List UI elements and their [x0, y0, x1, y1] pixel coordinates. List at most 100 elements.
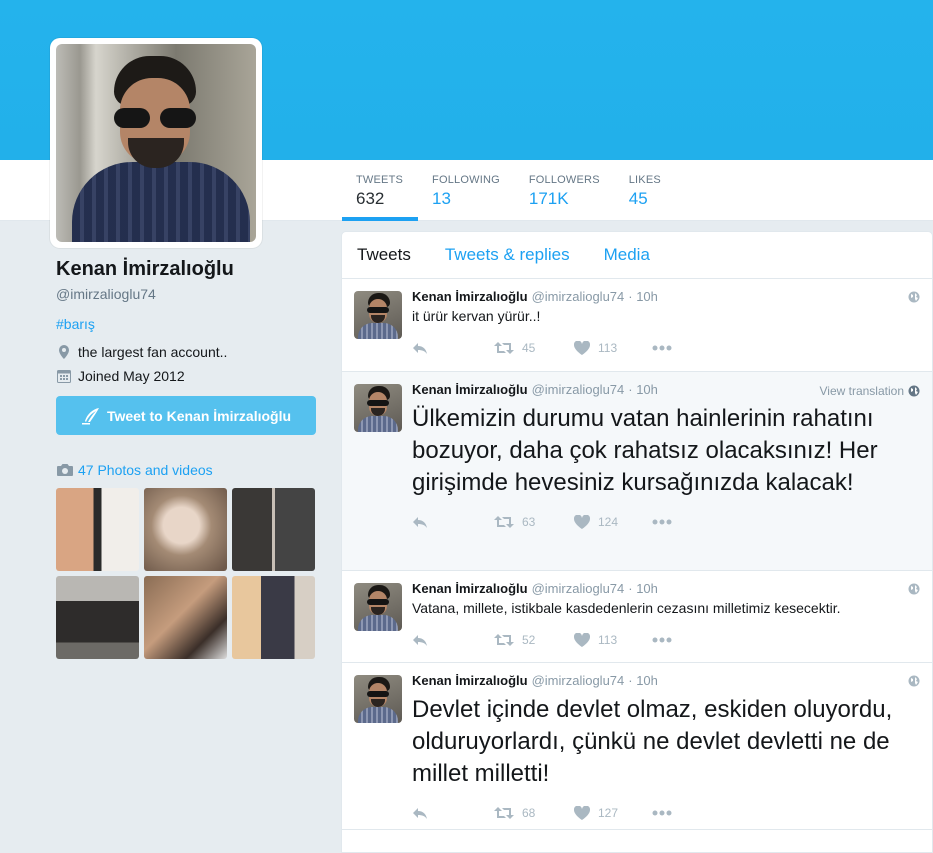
reply-icon [413, 343, 427, 355]
photo-thumbnail[interactable] [144, 576, 227, 659]
stat-tweets[interactable]: TWEETS 632 [342, 160, 419, 221]
photo-thumbnail[interactable] [232, 488, 315, 571]
more-button[interactable] [652, 519, 680, 525]
photos-videos-link[interactable]: 47 Photos and videos [56, 462, 213, 478]
tab-tweets[interactable]: Tweets [357, 245, 411, 265]
tweet-time[interactable]: · 10h [628, 581, 658, 596]
photo-thumbnail[interactable] [144, 488, 227, 571]
globe-icon [908, 583, 920, 595]
retweet-count: 68 [522, 806, 536, 820]
photo-grid [56, 488, 316, 659]
retweet-icon [494, 342, 514, 355]
tweet-text: it ürür kervan yürür..! [412, 308, 541, 324]
retweet-count: 52 [522, 633, 536, 648]
stat-likes[interactable]: LIKES 45 [615, 160, 676, 220]
photo-thumbnail[interactable] [232, 576, 315, 659]
more-icon [652, 345, 672, 351]
tweet-author-name[interactable]: Kenan İmirzalıoğlu [412, 382, 528, 397]
profile-handle[interactable]: @imirzalioglu74 [56, 286, 318, 302]
tweet-globe [904, 675, 920, 687]
tweet-author-name[interactable]: Kenan İmirzalıoğlu [412, 581, 528, 596]
tweet[interactable]: Kenan İmirzalıoğlu @imirzalioglu74 · 10h… [342, 279, 932, 372]
view-translation-link[interactable]: View translation [820, 384, 921, 398]
profile-hashtag[interactable]: #barış [56, 316, 318, 332]
like-button[interactable]: 113 [574, 633, 652, 648]
tweet-author-handle[interactable]: @imirzalioglu74 [532, 289, 625, 304]
reply-icon [413, 808, 427, 819]
reply-button[interactable] [412, 515, 494, 529]
tab-media[interactable]: Media [604, 245, 650, 265]
tweet-avatar[interactable] [354, 675, 402, 723]
tweet-text: Ülkemizin durumu vatan hainlerinin rahat… [412, 405, 878, 496]
retweet-button[interactable]: 52 [494, 633, 574, 647]
stat-label: TWEETS [356, 174, 404, 186]
photo-thumbnail[interactable] [56, 488, 139, 571]
more-icon [652, 519, 672, 525]
tweet-globe [904, 291, 920, 303]
like-count: 124 [598, 515, 619, 529]
tweet-author-handle[interactable]: @imirzalioglu74 [532, 581, 625, 596]
more-button[interactable] [652, 810, 680, 816]
heart-icon [574, 341, 590, 356]
location-icon [56, 344, 72, 360]
retweet-button[interactable]: 63 [494, 515, 574, 529]
calendar-icon [56, 368, 72, 384]
like-button[interactable]: 113 [574, 341, 652, 356]
tweet-author-handle[interactable]: @imirzalioglu74 [532, 382, 625, 397]
stat-label: LIKES [628, 174, 661, 186]
globe-icon [908, 291, 920, 303]
profile-photo [56, 44, 256, 242]
tweet-avatar[interactable] [354, 291, 402, 339]
like-button[interactable]: 127 [574, 806, 652, 820]
tweet[interactable]: Kenan İmirzalıoğlu @imirzalioglu74 · 10h… [342, 663, 932, 830]
heart-icon [574, 806, 590, 820]
tweet-time[interactable]: · 10h [628, 289, 658, 304]
tweet-time[interactable]: · 10h [628, 673, 658, 688]
reply-button[interactable] [412, 806, 494, 820]
tweet-actions: 52 113 [412, 629, 920, 651]
stat-followers[interactable]: FOLLOWERS 171K [515, 160, 615, 220]
more-icon [652, 637, 672, 643]
tweet[interactable]: Kenan İmirzalıoğlu @imirzalioglu74 · 10h… [342, 571, 932, 663]
tweet-actions: 68 127 [412, 802, 920, 824]
location-text: the largest fan account.. [78, 344, 228, 360]
tweet-header: Kenan İmirzalıoğlu @imirzalioglu74 · 10h [412, 581, 920, 596]
like-button[interactable]: 124 [574, 515, 652, 529]
globe-icon [908, 385, 920, 397]
stat-value: 632 [356, 189, 385, 208]
tweet-avatar[interactable] [354, 384, 402, 432]
view-translation-label: View translation [819, 384, 905, 398]
reply-button[interactable] [412, 341, 494, 355]
tweet-author-handle[interactable]: @imirzalioglu74 [532, 673, 625, 688]
retweet-button[interactable]: 45 [494, 341, 574, 355]
tweet-header: Kenan İmirzalıoğlu @imirzalioglu74 · 10h [412, 289, 920, 304]
tweet-actions: 63 124 [412, 511, 920, 533]
more-button[interactable] [652, 345, 680, 351]
retweet-count: 63 [522, 515, 536, 529]
tweet-header: Kenan İmirzalıoğlu @imirzalioglu74 · 10h [412, 673, 920, 688]
tweet-to-label: Tweet to Kenan İmirzalıoğlu [106, 407, 292, 424]
tweet-author-name[interactable]: Kenan İmirzalıoğlu [412, 673, 528, 688]
retweet-button[interactable]: 68 [494, 806, 574, 820]
like-count: 113 [598, 341, 618, 356]
profile-name[interactable]: Kenan İmirzalıoğlu [56, 258, 318, 281]
heart-icon [574, 633, 590, 648]
stat-following[interactable]: FOLLOWING 13 [418, 160, 515, 220]
retweet-icon [494, 516, 514, 528]
stat-value: 171K [528, 189, 569, 208]
like-count: 113 [598, 633, 618, 648]
tweet-author-name[interactable]: Kenan İmirzalıoğlu [412, 289, 528, 304]
photo-thumbnail[interactable] [56, 576, 139, 659]
tweet-to-button[interactable]: Tweet to Kenan İmirzalıoğlu [56, 396, 316, 435]
reply-button[interactable] [412, 633, 494, 647]
tweet-time[interactable]: · 10h [628, 382, 658, 397]
joined-text: Joined May 2012 [78, 368, 185, 384]
tab-tweets-replies[interactable]: Tweets & replies [445, 245, 570, 265]
more-button[interactable] [652, 637, 680, 643]
tweet-avatar[interactable] [354, 583, 402, 631]
photos-link-label: 47 Photos and videos [78, 462, 213, 478]
stat-value: 13 [432, 189, 451, 208]
retweet-icon [494, 634, 514, 647]
profile-avatar[interactable] [50, 38, 262, 248]
tweet[interactable]: Kenan İmirzalıoğlu @imirzalioglu74 · 10h… [342, 372, 932, 571]
